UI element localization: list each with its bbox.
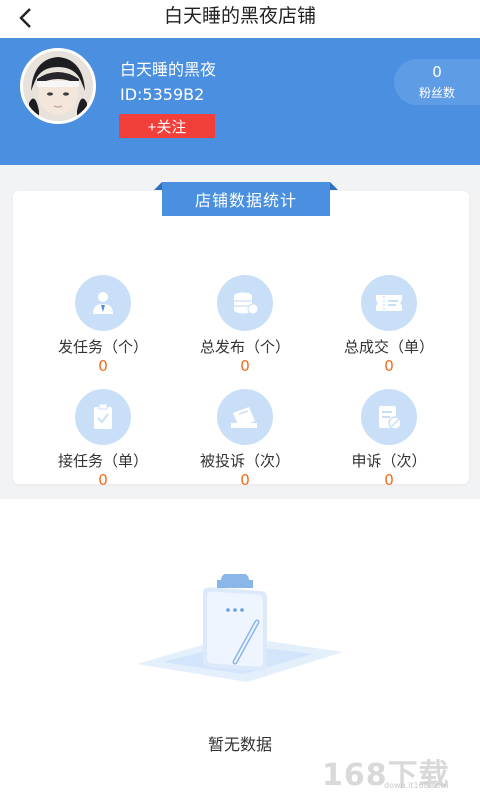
- stat-value: 0: [384, 357, 394, 375]
- stat-published-tasks[interactable]: 发任务（个） 0: [33, 275, 173, 375]
- stats-section: 发任务（个） 0 总发布（个） 0 总成交（单） 0 接任务（单） 0 被投诉（…: [0, 165, 480, 499]
- stats-card: 发任务（个） 0 总发布（个） 0 总成交（单） 0 接任务（单） 0 被投诉（…: [13, 191, 469, 489]
- empty-state: 暂无数据 168下载 down.it168.com: [0, 499, 480, 800]
- fans-label: 粉丝数: [418, 86, 455, 100]
- stat-value: 0: [384, 471, 394, 489]
- stat-accepted-tasks[interactable]: 接任务（单） 0: [33, 389, 173, 489]
- ticket-icon: [361, 275, 417, 331]
- stat-value: 0: [98, 471, 108, 489]
- stat-value: 0: [240, 357, 250, 375]
- coins-icon: [217, 275, 273, 331]
- user-badge-icon: [75, 275, 131, 331]
- shop-id: ID:5359B2: [120, 85, 205, 104]
- follow-button[interactable]: +关注: [119, 114, 215, 138]
- stat-label: 被投诉（次）: [199, 452, 290, 470]
- clipboard-check-icon: [75, 389, 131, 445]
- page-title: 白天睡的黑夜店铺: [163, 5, 316, 27]
- stat-value: 0: [240, 471, 250, 489]
- watermark-logo: 168下载 down.it168.com: [322, 750, 472, 793]
- stat-appeals[interactable]: 申诉（次） 0: [319, 389, 459, 489]
- stat-label: 申诉（次）: [351, 452, 427, 470]
- shop-profile-header: 白天睡的黑夜 ID:5359B2 +关注 0 粉丝数: [0, 38, 480, 165]
- top-navbar: 白天睡的黑夜店铺: [0, 0, 480, 38]
- appeal-document-icon: [361, 389, 417, 445]
- stat-total-deals[interactable]: 总成交（单） 0: [319, 275, 459, 375]
- shop-name: 白天睡的黑夜: [120, 60, 217, 79]
- stat-value: 0: [98, 357, 108, 375]
- watermark-sub: down.it168.com: [384, 781, 449, 790]
- fans-count: 0: [432, 63, 442, 81]
- fans-count-block[interactable]: 0 粉丝数: [394, 59, 480, 105]
- stat-complaints[interactable]: 被投诉（次） 0: [175, 389, 315, 489]
- stat-label: 总成交（单）: [343, 338, 434, 356]
- stat-label: 总发布（个）: [199, 338, 290, 356]
- stat-label: 接任务（单）: [57, 452, 148, 470]
- complaint-icon: [217, 389, 273, 445]
- stat-total-published[interactable]: 总发布（个） 0: [175, 275, 315, 375]
- stat-label: 发任务（个）: [57, 338, 148, 356]
- empty-clipboard-icon: [133, 572, 347, 684]
- avatar[interactable]: [20, 48, 96, 124]
- stats-title-ribbon: 店铺数据统计: [154, 182, 338, 216]
